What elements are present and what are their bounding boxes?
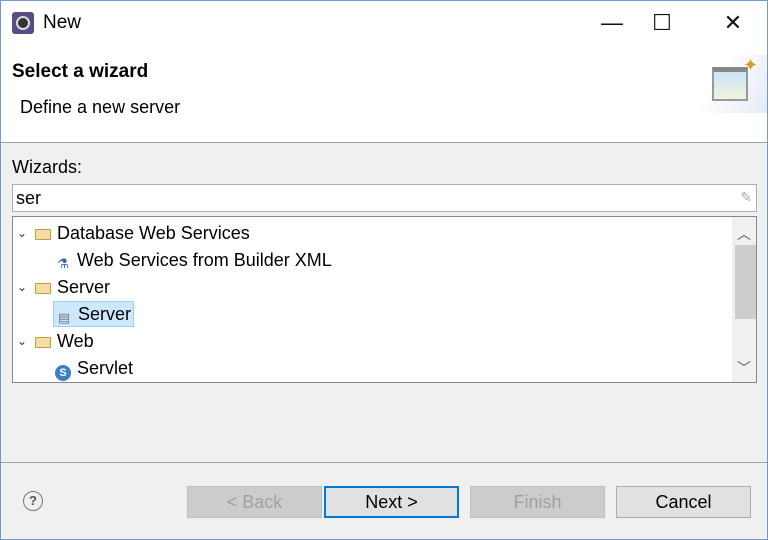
expand-chevron-icon[interactable]: ⌄ bbox=[17, 328, 29, 354]
new-wizard-dialog: New — ☐ ✕ Select a wizard Define a new s… bbox=[0, 0, 768, 540]
finish-button[interactable]: Finish bbox=[470, 486, 605, 518]
expand-chevron-icon[interactable]: ⌄ bbox=[17, 274, 29, 300]
title-bar: New — ☐ ✕ bbox=[1, 1, 767, 45]
folder-icon bbox=[35, 337, 51, 348]
tree-item-label: Server bbox=[57, 277, 111, 297]
tree-item-server[interactable]: ▤ Server bbox=[53, 301, 135, 327]
close-button[interactable]: ✕ bbox=[710, 7, 756, 39]
tree-item-web-folder[interactable]: ⌄ Web bbox=[17, 328, 94, 354]
scroll-thumb[interactable] bbox=[735, 245, 756, 319]
servlet-icon: S bbox=[55, 365, 71, 381]
tree-item-label: Server bbox=[78, 304, 132, 324]
back-button[interactable]: < Back bbox=[187, 486, 322, 518]
folder-icon bbox=[35, 229, 51, 240]
minimize-button[interactable]: — bbox=[589, 7, 635, 39]
wizards-label: Wizards: bbox=[12, 157, 83, 177]
page-title: Select a wizard bbox=[12, 61, 149, 82]
wizard-tree: ⌄ Database Web Services ⚗ Web Services fro… bbox=[12, 216, 757, 383]
tree-scrollbar[interactable]: ︿ ﹀ bbox=[732, 217, 756, 382]
maximize-button[interactable]: ☐ bbox=[639, 7, 685, 39]
tree-item-web-services-builder-xml[interactable]: ⚗ Web Services from Builder XML bbox=[55, 247, 332, 273]
filter-value: ser bbox=[16, 188, 42, 208]
scroll-up-icon[interactable]: ︿ bbox=[732, 223, 756, 245]
wizard-filter-input[interactable]: ser ✎ bbox=[12, 184, 757, 212]
help-icon[interactable]: ? bbox=[23, 491, 43, 511]
window-title: New bbox=[43, 12, 82, 33]
eclipse-app-icon bbox=[12, 12, 34, 34]
tree-item-database-web-services[interactable]: ⌄ Database Web Services bbox=[17, 220, 250, 246]
tree-item-label: Database Web Services bbox=[57, 223, 250, 243]
scroll-down-icon[interactable]: ﹀ bbox=[732, 357, 756, 379]
wizard-banner-icon: ✦ bbox=[695, 55, 767, 113]
expand-chevron-icon[interactable]: ⌄ bbox=[17, 220, 29, 246]
tree-item-label: Servlet bbox=[77, 358, 134, 378]
folder-icon bbox=[35, 283, 51, 294]
tree-item-server-folder[interactable]: ⌄ Server bbox=[17, 274, 110, 300]
clear-filter-icon[interactable]: ✎ bbox=[740, 189, 752, 206]
page-subtitle: Define a new server bbox=[20, 97, 181, 117]
next-button[interactable]: Next > bbox=[324, 486, 459, 518]
tree-item-servlet[interactable]: S Servlet bbox=[55, 355, 133, 381]
tree-item-label: Web bbox=[57, 331, 94, 351]
tree-item-label: Web Services from Builder XML bbox=[77, 250, 332, 270]
server-icon: ▤ bbox=[57, 310, 71, 325]
web-service-icon: ⚗ bbox=[57, 256, 69, 271]
wizard-header: Select a wizard Define a new server ✦ bbox=[1, 45, 767, 143]
cancel-button[interactable]: Cancel bbox=[616, 486, 751, 518]
divider bbox=[1, 462, 767, 463]
